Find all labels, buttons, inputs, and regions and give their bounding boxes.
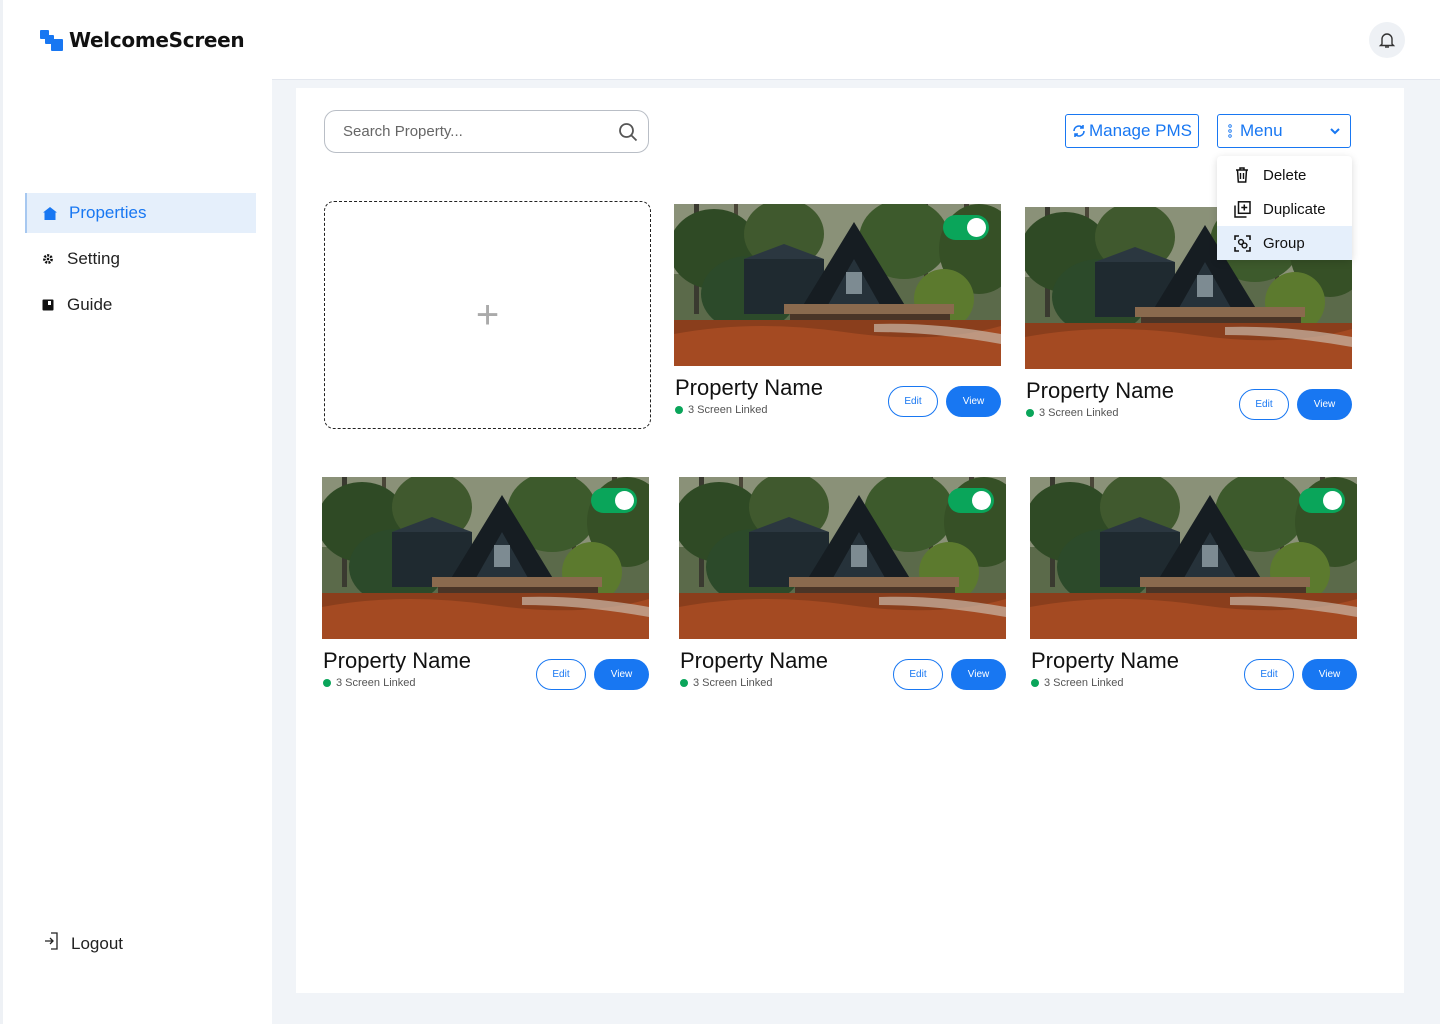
status-dot-icon bbox=[675, 406, 683, 414]
view-button[interactable]: View bbox=[951, 659, 1006, 690]
property-enabled-toggle[interactable] bbox=[591, 488, 637, 513]
property-enabled-toggle[interactable] bbox=[943, 215, 989, 240]
search-box bbox=[324, 110, 649, 153]
menu-dropdown: Delete Duplicate Group bbox=[1217, 156, 1352, 260]
status-dot-icon bbox=[323, 679, 331, 687]
property-name: Property Name bbox=[1031, 648, 1179, 673]
sidebar-nav: Properties Setting Guide bbox=[25, 193, 256, 331]
edit-button[interactable]: Edit bbox=[888, 386, 938, 417]
view-button[interactable]: View bbox=[1297, 389, 1352, 420]
bell-icon bbox=[1378, 33, 1396, 48]
property-status: 3 Screen Linked bbox=[323, 677, 416, 689]
sidebar-item-guide[interactable]: Guide bbox=[25, 285, 256, 325]
view-button[interactable]: View bbox=[946, 386, 1001, 417]
property-status: 3 Screen Linked bbox=[675, 404, 768, 416]
home-icon bbox=[43, 206, 57, 220]
group-icon bbox=[1233, 234, 1251, 252]
menu-item-label: Delete bbox=[1263, 166, 1307, 184]
menu-label: Menu bbox=[1240, 121, 1283, 140]
property-photo bbox=[674, 204, 1001, 366]
book-icon bbox=[41, 299, 55, 311]
view-button[interactable]: View bbox=[1302, 659, 1357, 690]
property-photo bbox=[322, 477, 649, 639]
add-property-card[interactable]: + bbox=[324, 201, 651, 429]
logout-icon bbox=[43, 932, 59, 955]
sync-icon bbox=[1073, 125, 1085, 137]
property-card: Property Name 3 Screen Linked Edit View bbox=[1030, 477, 1357, 690]
search-icon[interactable] bbox=[618, 122, 638, 142]
status-text: 3 Screen Linked bbox=[1044, 677, 1124, 689]
sidebar: WelcomeScreen Properties Setting Guide L… bbox=[0, 0, 272, 1024]
status-dot-icon bbox=[1026, 409, 1034, 417]
manage-pms-button[interactable]: Manage PMS bbox=[1065, 114, 1199, 148]
trash-icon bbox=[1233, 167, 1251, 183]
property-photo bbox=[679, 477, 1006, 639]
property-photo bbox=[1030, 477, 1357, 639]
gear-icon bbox=[41, 253, 55, 265]
view-button[interactable]: View bbox=[594, 659, 649, 690]
property-name: Property Name bbox=[680, 648, 828, 673]
property-card: Property Name 3 Screen Linked Edit View bbox=[322, 477, 649, 690]
property-name: Property Name bbox=[323, 648, 471, 673]
status-dot-icon bbox=[1031, 679, 1039, 687]
menu-item-label: Group bbox=[1263, 234, 1305, 252]
menu-item-duplicate[interactable]: Duplicate bbox=[1217, 192, 1352, 226]
top-header bbox=[272, 0, 1440, 80]
app-logo[interactable]: WelcomeScreen bbox=[39, 28, 245, 52]
menu-item-group[interactable]: Group bbox=[1217, 226, 1352, 260]
plus-icon: + bbox=[475, 293, 500, 337]
property-status: 3 Screen Linked bbox=[680, 677, 773, 689]
property-status: 3 Screen Linked bbox=[1026, 407, 1119, 419]
search-input[interactable] bbox=[343, 123, 603, 140]
sidebar-item-label: Properties bbox=[69, 203, 147, 222]
menu-item-label: Duplicate bbox=[1263, 200, 1326, 218]
property-enabled-toggle[interactable] bbox=[948, 488, 994, 513]
status-text: 3 Screen Linked bbox=[693, 677, 773, 689]
status-text: 3 Screen Linked bbox=[688, 404, 768, 416]
logo-mark-icon bbox=[39, 28, 65, 52]
status-text: 3 Screen Linked bbox=[336, 677, 416, 689]
edit-button[interactable]: Edit bbox=[1239, 389, 1289, 420]
edit-button[interactable]: Edit bbox=[536, 659, 586, 690]
chevron-down-icon bbox=[1330, 127, 1340, 135]
status-text: 3 Screen Linked bbox=[1039, 407, 1119, 419]
sidebar-item-label: Guide bbox=[67, 295, 113, 314]
edit-button[interactable]: Edit bbox=[1244, 659, 1294, 690]
property-name: Property Name bbox=[1026, 378, 1174, 403]
property-name: Property Name bbox=[675, 375, 823, 400]
property-card: Property Name 3 Screen Linked Edit View bbox=[674, 204, 1001, 417]
edit-button[interactable]: Edit bbox=[893, 659, 943, 690]
sidebar-item-properties[interactable]: Properties bbox=[25, 193, 256, 233]
logout-label: Logout bbox=[71, 933, 123, 953]
property-status: 3 Screen Linked bbox=[1031, 677, 1124, 689]
status-dot-icon bbox=[680, 679, 688, 687]
manage-pms-label: Manage PMS bbox=[1089, 121, 1192, 140]
sidebar-item-setting[interactable]: Setting bbox=[25, 239, 256, 279]
menu-item-delete[interactable]: Delete bbox=[1217, 158, 1352, 192]
property-card: Property Name 3 Screen Linked Edit View bbox=[679, 477, 1006, 690]
duplicate-icon bbox=[1233, 200, 1251, 218]
sidebar-item-label: Setting bbox=[67, 249, 120, 268]
kebab-icon bbox=[1228, 124, 1232, 138]
menu-dropdown-button[interactable]: Menu bbox=[1217, 114, 1351, 148]
notifications-button[interactable] bbox=[1369, 22, 1405, 58]
property-enabled-toggle[interactable] bbox=[1299, 488, 1345, 513]
logout-button[interactable]: Logout bbox=[43, 932, 123, 955]
app-name: WelcomeScreen bbox=[69, 28, 245, 52]
